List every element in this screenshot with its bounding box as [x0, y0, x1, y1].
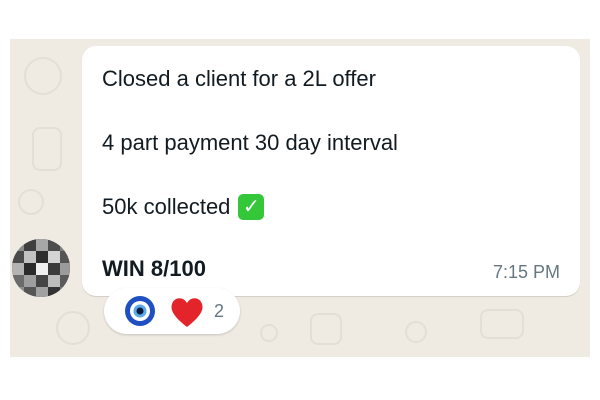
wallpaper-doodle	[32, 127, 62, 171]
message-line-offer: Closed a client for a 2L offer	[102, 66, 376, 91]
wallpaper-doodle	[24, 57, 62, 95]
wallpaper-doodle	[56, 311, 90, 345]
message-bubble[interactable]: Closed a client for a 2L offer 4 part pa…	[82, 46, 580, 296]
wallpaper-doodle	[480, 309, 524, 339]
message-line-payment: 4 part payment 30 day interval	[102, 130, 398, 155]
nazar-amulet-icon	[125, 296, 155, 326]
reaction-count: 2	[214, 301, 225, 321]
wallpaper-doodle	[18, 189, 44, 215]
reactions-pill[interactable]: 2	[104, 288, 240, 334]
message-line-win: WIN 8/100	[102, 256, 206, 281]
message-line-collected: 50k collected	[102, 194, 231, 219]
message-line-collected-row: 50k collected ✓	[102, 194, 265, 220]
message-timestamp: 7:15 PM	[492, 262, 560, 282]
check-mark-icon: ✓	[238, 194, 265, 220]
avatar-image	[12, 239, 70, 297]
chat-area: Closed a client for a 2L offer 4 part pa…	[10, 39, 590, 357]
wallpaper-doodle	[405, 321, 427, 343]
avatar[interactable]	[12, 239, 70, 297]
heart-icon	[171, 298, 203, 327]
wallpaper-doodle	[260, 324, 278, 342]
wallpaper-doodle	[310, 313, 342, 345]
